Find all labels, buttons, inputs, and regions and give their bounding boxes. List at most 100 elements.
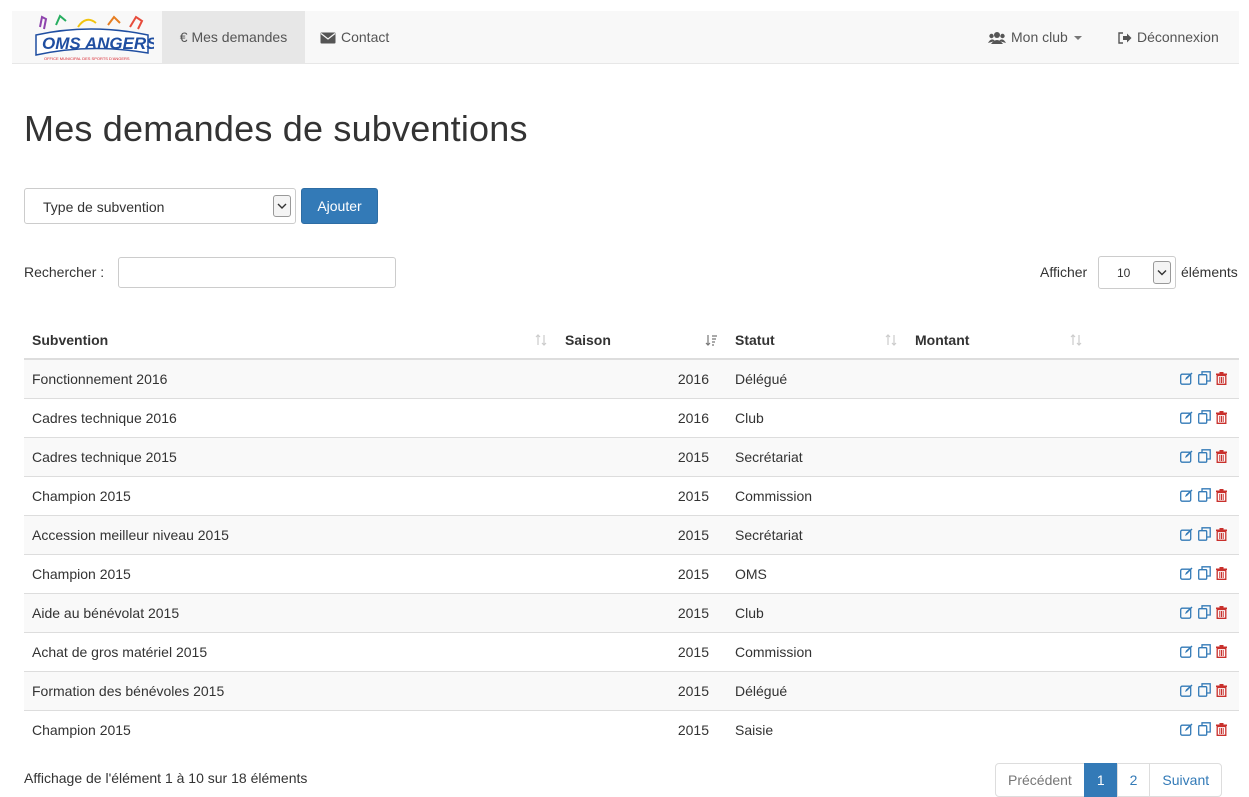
users-icon bbox=[988, 32, 1006, 44]
cell-saison: 2015 bbox=[557, 592, 727, 632]
cell-subvention: Champion 2015 bbox=[24, 709, 557, 749]
table-row: Champion 2015 2015 OMS bbox=[24, 553, 1239, 593]
trash-icon[interactable] bbox=[1216, 566, 1227, 583]
trash-icon[interactable] bbox=[1216, 371, 1227, 388]
table-info: Affichage de l'élément 1 à 10 sur 18 élé… bbox=[24, 770, 308, 786]
column-header-label: Subvention bbox=[32, 331, 109, 348]
trash-icon[interactable] bbox=[1216, 449, 1227, 466]
table-row: Cadres technique 2016 2016 Club bbox=[24, 397, 1239, 437]
cell-montant bbox=[907, 514, 1092, 554]
cell-statut: Commission bbox=[727, 631, 907, 671]
column-header-statut[interactable]: Statut bbox=[727, 321, 907, 360]
column-header-montant[interactable]: Montant bbox=[907, 321, 1092, 360]
copy-icon[interactable] bbox=[1198, 565, 1211, 583]
copy-icon[interactable] bbox=[1198, 643, 1211, 661]
nav-deconnexion[interactable]: Déconnexion bbox=[1118, 11, 1219, 63]
cell-actions bbox=[1092, 436, 1239, 476]
edit-icon[interactable] bbox=[1180, 372, 1193, 388]
cell-saison: 2015 bbox=[557, 553, 727, 593]
cell-actions bbox=[1092, 397, 1239, 437]
cell-montant bbox=[907, 553, 1092, 593]
cell-subvention: Cadres technique 2016 bbox=[24, 397, 557, 437]
cell-montant bbox=[907, 592, 1092, 632]
table-row: Champion 2015 2015 Saisie bbox=[24, 709, 1239, 749]
trash-icon[interactable] bbox=[1216, 722, 1227, 739]
pagination-page-2[interactable]: 2 bbox=[1116, 763, 1151, 797]
nav-contact-label: Contact bbox=[341, 29, 390, 45]
logo-subtext: OFFICE MUNICIPAL DES SPORTS D'ANGERS bbox=[44, 56, 130, 61]
envelope-icon bbox=[320, 32, 336, 44]
edit-icon[interactable] bbox=[1180, 606, 1193, 622]
select-arrow bbox=[1153, 261, 1171, 284]
pagination: Précédent 1 2 Suivant bbox=[995, 763, 1223, 797]
cell-montant bbox=[907, 709, 1092, 749]
trash-icon[interactable] bbox=[1216, 644, 1227, 661]
add-button[interactable]: Ajouter bbox=[301, 188, 378, 224]
cell-actions bbox=[1092, 514, 1239, 554]
copy-icon[interactable] bbox=[1198, 721, 1211, 739]
nav-mes-demandes[interactable]: € Mes demandes bbox=[162, 11, 305, 63]
subvention-type-select[interactable]: Type de subvention bbox=[24, 188, 296, 224]
copy-icon[interactable] bbox=[1198, 682, 1211, 700]
edit-icon[interactable] bbox=[1180, 645, 1193, 661]
edit-icon[interactable] bbox=[1180, 684, 1193, 700]
edit-icon[interactable] bbox=[1180, 528, 1193, 544]
column-header-subvention[interactable]: Subvention bbox=[24, 321, 557, 360]
nav-deconnexion-label: Déconnexion bbox=[1137, 29, 1219, 45]
length-prefix-label: Afficher bbox=[1040, 264, 1088, 280]
subvention-type-select-value: Type de subvention bbox=[43, 199, 165, 215]
cell-montant bbox=[907, 358, 1092, 398]
oms-angers-logo[interactable]: OMS ANGERS OFFICE MUNICIPAL DES SPORTS D… bbox=[30, 13, 158, 63]
search-input[interactable] bbox=[118, 257, 396, 288]
cell-saison: 2016 bbox=[557, 358, 727, 398]
chevron-down-icon bbox=[277, 203, 287, 209]
copy-icon[interactable] bbox=[1198, 526, 1211, 544]
copy-icon[interactable] bbox=[1198, 370, 1211, 388]
cell-actions bbox=[1092, 475, 1239, 515]
cell-actions bbox=[1092, 631, 1239, 671]
pagination-next[interactable]: Suivant bbox=[1149, 763, 1223, 797]
trash-icon[interactable] bbox=[1216, 683, 1227, 700]
copy-icon[interactable] bbox=[1198, 409, 1211, 427]
cell-subvention: Achat de gros matériel 2015 bbox=[24, 631, 557, 671]
edit-icon[interactable] bbox=[1180, 723, 1193, 739]
sort-icon bbox=[885, 334, 897, 346]
copy-icon[interactable] bbox=[1198, 604, 1211, 622]
select-arrow bbox=[273, 195, 291, 217]
cell-subvention: Fonctionnement 2016 bbox=[24, 358, 557, 398]
edit-icon[interactable] bbox=[1180, 450, 1193, 466]
cell-actions bbox=[1092, 709, 1239, 749]
cell-actions bbox=[1092, 358, 1239, 398]
nav-mon-club-label: Mon club bbox=[1011, 29, 1068, 45]
cell-statut: Commission bbox=[727, 475, 907, 515]
copy-icon[interactable] bbox=[1198, 487, 1211, 505]
nav-mon-club-dropdown[interactable]: Mon club bbox=[988, 11, 1082, 63]
trash-icon[interactable] bbox=[1216, 527, 1227, 544]
table-row: Cadres technique 2015 2015 Secrétariat bbox=[24, 436, 1239, 476]
trash-icon[interactable] bbox=[1216, 488, 1227, 505]
nav-contact[interactable]: Contact bbox=[320, 11, 389, 63]
pagination-previous[interactable]: Précédent bbox=[995, 763, 1085, 797]
logo-graphic: OMS ANGERS OFFICE MUNICIPAL DES SPORTS D… bbox=[35, 14, 158, 61]
edit-icon[interactable] bbox=[1180, 567, 1193, 583]
column-header-saison[interactable]: Saison bbox=[557, 321, 727, 360]
edit-icon[interactable] bbox=[1180, 489, 1193, 505]
table-row: Accession meilleur niveau 2015 2015 Secr… bbox=[24, 514, 1239, 554]
nav-mes-demandes-label: € Mes demandes bbox=[179, 29, 288, 45]
subventions-table: Subvention Saison Statut Montant Fonctio… bbox=[24, 321, 1239, 749]
cell-saison: 2015 bbox=[557, 436, 727, 476]
trash-icon[interactable] bbox=[1216, 605, 1227, 622]
length-suffix-label: éléments bbox=[1181, 264, 1238, 280]
column-header-label: Saison bbox=[565, 331, 611, 348]
cell-montant bbox=[907, 436, 1092, 476]
cell-saison: 2015 bbox=[557, 631, 727, 671]
cell-actions bbox=[1092, 553, 1239, 593]
trash-icon[interactable] bbox=[1216, 410, 1227, 427]
edit-icon[interactable] bbox=[1180, 411, 1193, 427]
pagination-page-1[interactable]: 1 bbox=[1083, 763, 1118, 797]
copy-icon[interactable] bbox=[1198, 448, 1211, 466]
cell-subvention: Aide au bénévolat 2015 bbox=[24, 592, 557, 632]
table-row: Aide au bénévolat 2015 2015 Club bbox=[24, 592, 1239, 632]
page-length-select[interactable]: 10 bbox=[1098, 256, 1176, 289]
cell-saison: 2015 bbox=[557, 514, 727, 554]
